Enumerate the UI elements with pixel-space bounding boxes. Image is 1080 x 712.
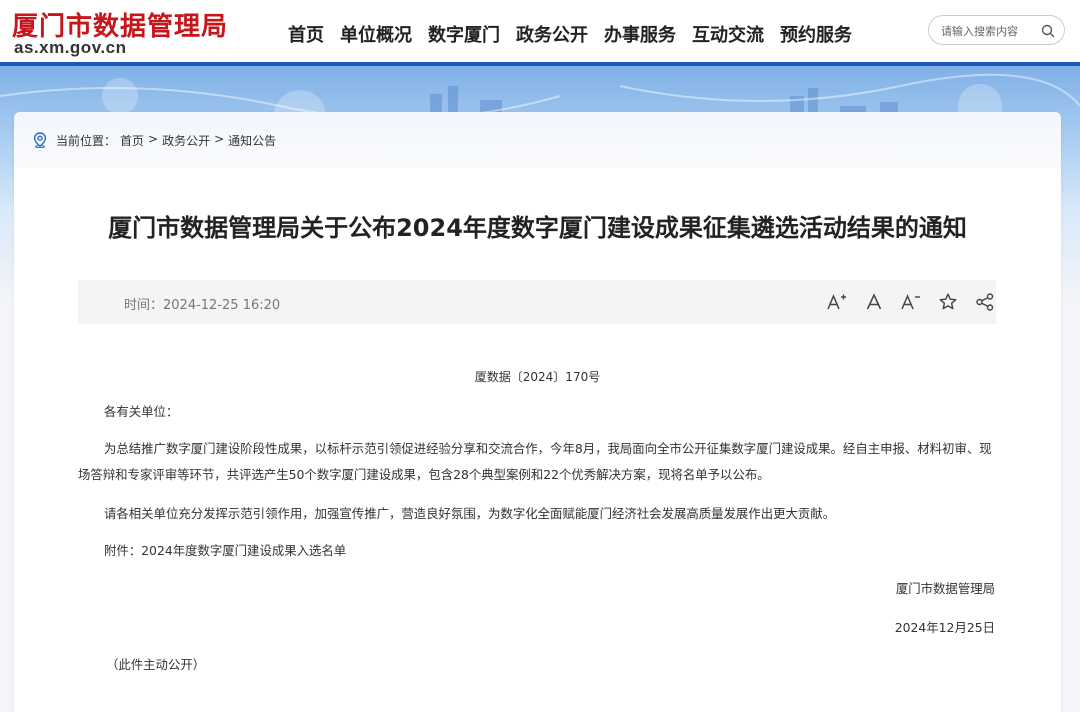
nav-item-overview[interactable]: 单位概况 xyxy=(332,21,420,47)
star-icon xyxy=(939,293,956,310)
favorite-button[interactable] xyxy=(929,291,966,313)
font-increase-button[interactable] xyxy=(818,291,855,313)
breadcrumb-notices[interactable]: 通知公告 xyxy=(228,132,276,149)
location-icon xyxy=(33,132,47,149)
body-paragraph: 为总结推广数字厦门建设阶段性成果，以标杆示范引领促进经验分享和交流合作，今年8月… xyxy=(78,441,992,482)
publish-time: 时间：2024-12-25 16:20 xyxy=(124,294,280,313)
breadcrumb-separator: > xyxy=(214,132,225,146)
attachment-link[interactable]: 附件：2024年度数字厦门建设成果入选名单 xyxy=(104,538,346,564)
font-increase-icon xyxy=(826,294,846,310)
main-nav: 首页 单位概况 数字厦门 政务公开 办事服务 互动交流 预约服务 xyxy=(280,21,860,47)
breadcrumb-home[interactable]: 首页 xyxy=(120,132,144,149)
search-icon[interactable] xyxy=(1040,23,1056,39)
font-normal-button[interactable] xyxy=(855,291,892,313)
nav-item-digital-xiamen[interactable]: 数字厦门 xyxy=(420,21,508,47)
search-input[interactable] xyxy=(941,22,1036,40)
publish-time-value: 2024-12-25 16:20 xyxy=(163,298,281,313)
site-header: 厦门市数据管理局 as.xm.gov.cn 首页 单位概况 数字厦门 政务公开 … xyxy=(0,0,1080,62)
font-normal-icon xyxy=(866,293,881,310)
nav-item-interaction[interactable]: 互动交流 xyxy=(684,21,772,47)
issuer-signature: 厦门市数据管理局 xyxy=(895,581,995,596)
breadcrumb-separator: > xyxy=(148,132,159,146)
salutation: 各有关单位： xyxy=(104,404,179,419)
article-title: 厦门市数据管理局关于公布2024年度数字厦门建设成果征集遴选活动结果的通知 xyxy=(108,214,967,242)
nav-item-services[interactable]: 办事服务 xyxy=(596,21,684,47)
breadcrumb: 当前位置： 首页 > 政务公开 > 通知公告 xyxy=(56,132,280,149)
share-icon xyxy=(975,293,993,311)
font-decrease-button[interactable] xyxy=(892,291,929,313)
nav-item-home[interactable]: 首页 xyxy=(280,21,332,47)
breadcrumb-prefix: 当前位置： xyxy=(56,134,117,148)
breadcrumb-gov-affairs[interactable]: 政务公开 xyxy=(162,132,210,149)
article-card: 当前位置： 首页 > 政务公开 > 通知公告 厦门市数据管理局关于公布2024年… xyxy=(14,112,1061,712)
disclosure-note: （此件主动公开） xyxy=(106,657,206,672)
nav-item-gov-affairs[interactable]: 政务公开 xyxy=(508,21,596,47)
nav-item-appointment[interactable]: 预约服务 xyxy=(772,21,860,47)
share-button[interactable] xyxy=(966,291,1003,313)
article-meta-bar: 时间：2024-12-25 16:20 xyxy=(78,280,996,324)
search-box xyxy=(928,15,1065,45)
body-paragraph: 请各相关单位充分发挥示范引领作用，加强宣传推广，营造良好氛围，为数字化全面赋能厦… xyxy=(104,506,836,521)
breadcrumb-bar: 当前位置： 首页 > 政务公开 > 通知公告 xyxy=(14,112,1061,168)
font-decrease-icon xyxy=(900,294,920,310)
article-tools xyxy=(818,291,1003,313)
publish-time-label: 时间： xyxy=(124,298,164,313)
document-number: 厦数据〔2024〕170号 xyxy=(474,370,601,384)
site-domain: as.xm.gov.cn xyxy=(14,38,127,57)
issue-date: 2024年12月25日 xyxy=(894,620,995,635)
